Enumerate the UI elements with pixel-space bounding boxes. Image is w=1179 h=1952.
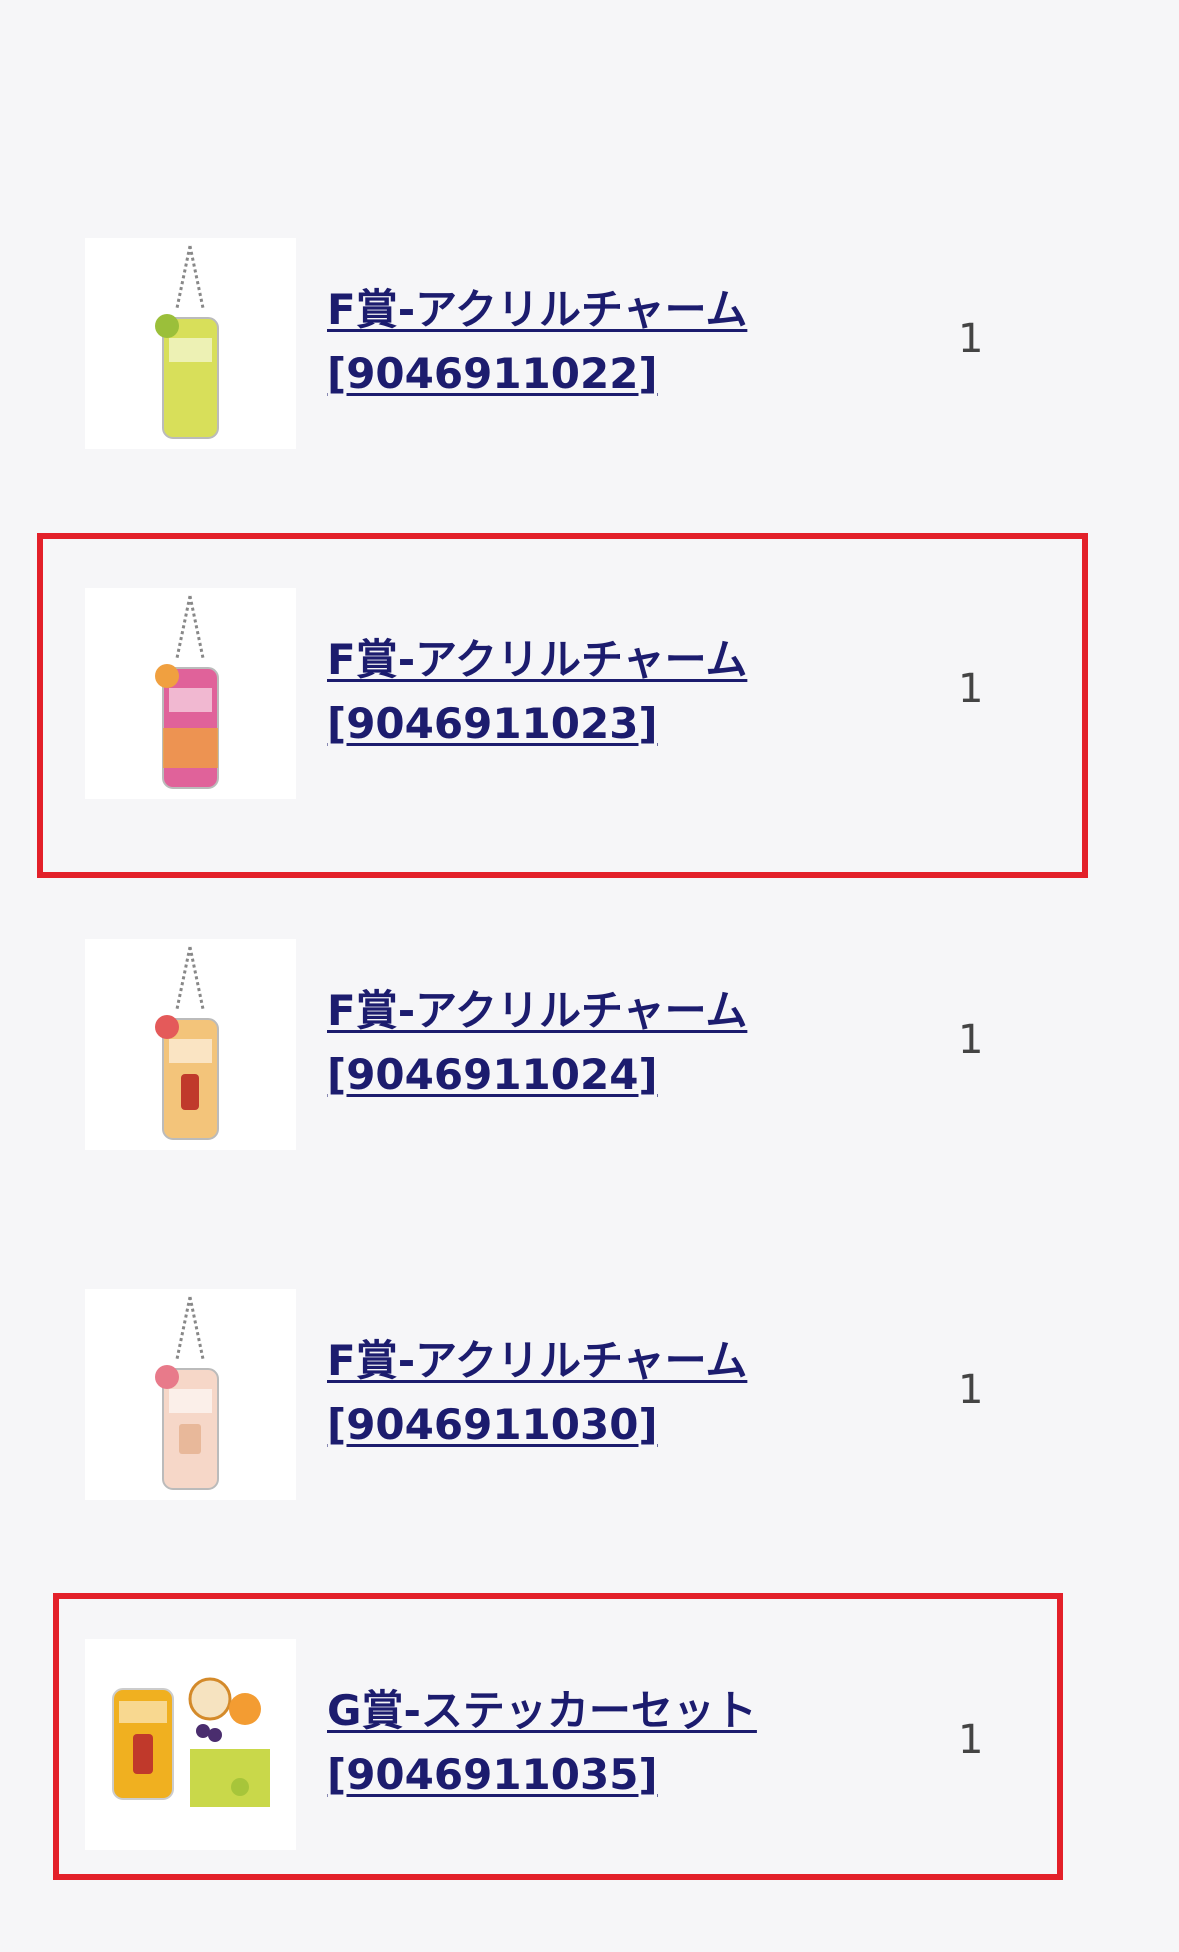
product-code[interactable]: [9046911035]: [327, 1743, 887, 1807]
product-thumbnail[interactable]: [85, 588, 296, 799]
acrylic-charm-image: [155, 1296, 219, 1490]
quantity: 1: [958, 666, 984, 712]
product-thumbnail[interactable]: [85, 1289, 296, 1500]
acrylic-charm-image: [155, 946, 219, 1140]
product-thumbnail[interactable]: [85, 238, 296, 449]
product-link[interactable]: F賞-アクリルチャーム [9046911024]: [327, 979, 887, 1107]
sticker-set-image: [112, 1677, 270, 1807]
list-item: G賞-ステッカーセット [9046911035] 1: [0, 1639, 1179, 1850]
acrylic-charm-image: [155, 595, 219, 789]
acrylic-charm-image: [155, 245, 219, 439]
product-title[interactable]: F賞-アクリルチャーム: [327, 979, 887, 1043]
product-title[interactable]: G賞-ステッカーセット: [327, 1679, 887, 1743]
product-thumbnail[interactable]: [85, 1639, 296, 1850]
product-code[interactable]: [9046911022]: [327, 342, 887, 406]
product-link[interactable]: F賞-アクリルチャーム [9046911030]: [327, 1329, 887, 1457]
product-code[interactable]: [9046911030]: [327, 1393, 887, 1457]
list-item: F賞-アクリルチャーム [9046911024] 1: [0, 939, 1179, 1150]
product-title[interactable]: F賞-アクリルチャーム: [327, 1329, 887, 1393]
product-code[interactable]: [9046911023]: [327, 692, 887, 756]
product-link[interactable]: G賞-ステッカーセット [9046911035]: [327, 1679, 887, 1807]
quantity: 1: [958, 1017, 984, 1063]
quantity: 1: [958, 1717, 984, 1763]
list-item: F賞-アクリルチャーム [9046911022] 1: [0, 238, 1179, 449]
product-link[interactable]: F賞-アクリルチャーム [9046911022]: [327, 278, 887, 406]
quantity: 1: [958, 316, 984, 362]
product-title[interactable]: F賞-アクリルチャーム: [327, 628, 887, 692]
list-item: F賞-アクリルチャーム [9046911030] 1: [0, 1289, 1179, 1500]
product-link[interactable]: F賞-アクリルチャーム [9046911023]: [327, 628, 887, 756]
order-items-page: F賞-アクリルチャーム [9046911022] 1 F賞-アクリルチャーム […: [0, 0, 1179, 1952]
product-thumbnail[interactable]: [85, 939, 296, 1150]
product-code[interactable]: [9046911024]: [327, 1043, 887, 1107]
list-item: F賞-アクリルチャーム [9046911023] 1: [0, 588, 1179, 799]
quantity: 1: [958, 1367, 984, 1413]
product-title[interactable]: F賞-アクリルチャーム: [327, 278, 887, 342]
